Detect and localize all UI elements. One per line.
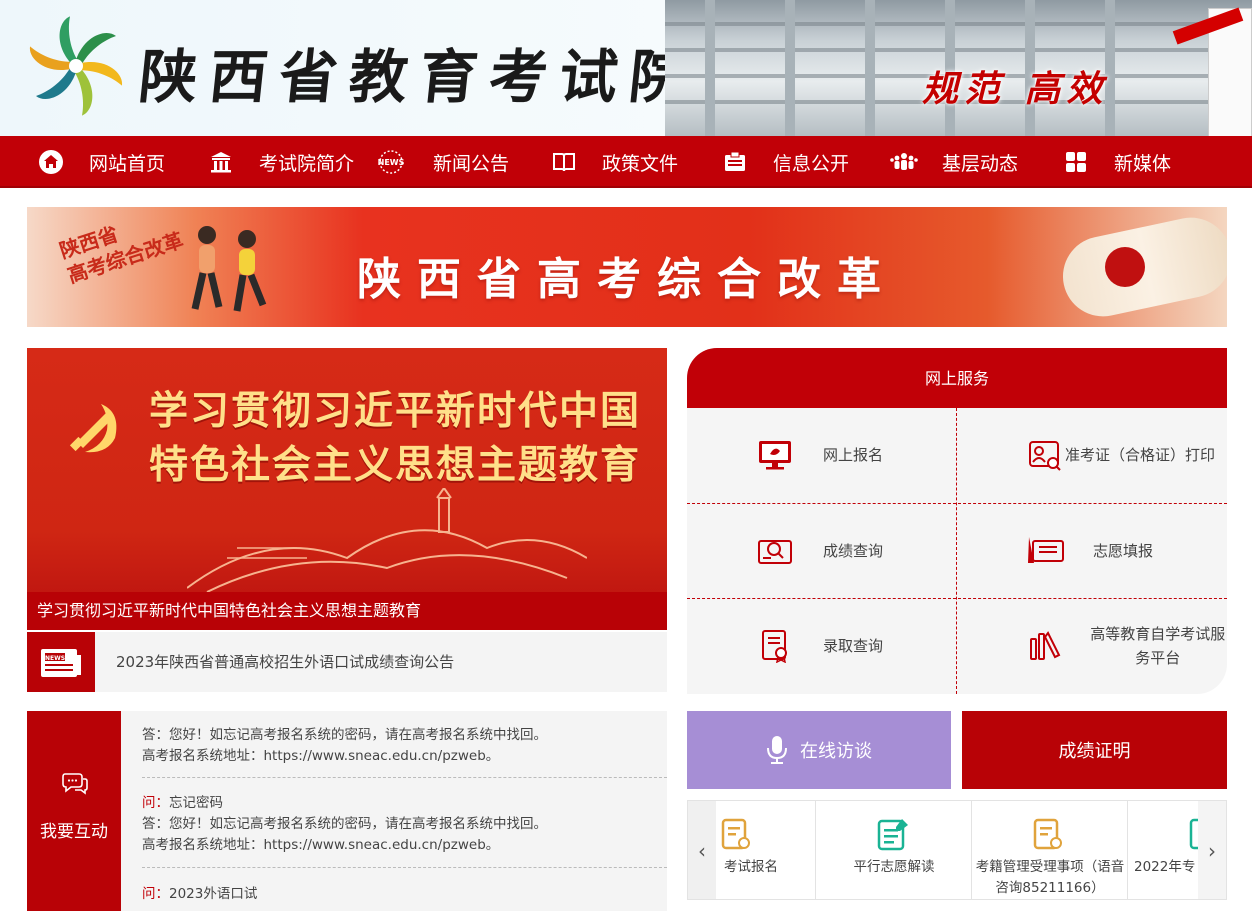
featured-slide[interactable]: 学习贯彻习近平新时代中国 特色社会主义思想主题教育 学习贯彻习近平新时代中国特色… [27,348,667,630]
quick-links-carousel: ‹ 考试报名 平行志愿解读 考籍管理受理事项（语音 咨询85211166） 20… [687,800,1227,900]
interaction-panel: 我要互动 答：您好！如忘记高考报名系统的密码，请在高考报名系统中找回。 高考报名… [27,711,667,911]
service-label: 网上报名 [823,446,884,464]
qa-item[interactable]: 问：2023外语口试 [142,884,667,905]
home-icon [37,148,65,176]
site-logo-icon[interactable] [26,16,126,116]
service-admission-query[interactable]: 录取查询 [687,599,957,693]
nav-label: 新闻公告 [433,152,510,175]
carousel-item[interactable]: 考籍管理受理事项（语音 咨询85211166） [972,801,1128,899]
news-icon: NEWS [375,148,407,176]
seal-icon [1105,247,1145,287]
nav-item-info[interactable]: 信息公开 [721,136,849,188]
score-certificate-button[interactable]: 成绩证明 [962,711,1227,789]
qa-address: 高考报名系统地址：https://www.sneac.edu.cn/pzweb。 [142,748,500,764]
qa-item[interactable]: 答：您好！如忘记高考报名系统的密码，请在高考报名系统中找回。 高考报名系统地址：… [142,725,667,767]
online-services-heading: 网上服务 [687,348,1227,408]
nav-item-about[interactable]: 考试院简介 [207,136,354,188]
news-ticker[interactable]: NEWS 2023年陕西省普通高校招生外语口试成绩查询公告 [27,632,667,692]
carousel-label: 考籍管理受理事项（语音 [975,859,1125,875]
nav-item-newmedia[interactable]: 新媒体 [1062,136,1171,188]
nav-item-home[interactable]: 网站首页 [37,136,165,188]
service-label: 志愿填报 [1093,542,1154,560]
qa-question-prefix: 问： [142,795,169,811]
service-score-query[interactable]: 成绩查询 [687,504,957,598]
service-label: 成绩查询 [823,542,884,560]
nav-label: 信息公开 [773,152,850,175]
microphone-icon [767,736,787,764]
carousel-item[interactable]: 平行志愿解读 [816,801,972,899]
reform-banner[interactable]: 陕西省 高考综合改革 陕西省高考综合改革 [27,207,1227,327]
qa-question-prefix: 问： [142,886,169,902]
pen-form-icon [1025,531,1065,571]
book-icon [550,148,578,176]
newspaper-icon: NEWS [27,632,95,692]
carousel-label-line2: 咨询85211166） [995,880,1105,896]
site-header: 陕西省教育考试院 规范 高效 [0,0,1252,136]
qa-answer: 答：您好！如忘记高考报名系统的密码，请在高考报名系统中找回。 [142,727,547,743]
nav-label: 考试院简介 [259,152,355,175]
institution-icon [207,148,235,176]
interaction-title: 我要互动 [40,822,108,842]
service-volunteer-fill[interactable]: 志愿填报 [957,504,1227,598]
form-icon [721,818,750,850]
service-label: 录取查询 [823,637,884,655]
score-search-icon [755,531,795,571]
nav-label: 基层动态 [942,152,1019,175]
admission-doc-icon [755,626,795,666]
nav-label: 网站首页 [89,152,166,175]
form-user-icon [1033,818,1062,850]
featured-caption[interactable]: 学习贯彻习近平新时代中国特色社会主义思想主题教育 [27,592,667,630]
featured-title-line2: 特色社会主义思想主题教育 [149,443,642,488]
chat-bubble-icon [62,773,88,795]
featured-title-line1: 学习贯彻习近平新时代中国 [149,389,642,434]
nav-label: 新媒体 [1114,152,1172,175]
qa-item[interactable]: 问：忘记密码 答：您好！如忘记高考报名系统的密码，请在高考报名系统中找回。 高考… [142,793,667,856]
qa-divider [142,777,667,778]
monitor-icon [755,435,795,475]
admission-ticket-icon [1025,435,1065,475]
qa-question: 2023外语口试 [169,886,258,902]
self-study-icon [1025,626,1065,666]
carousel-label: 平行志愿解读 [853,859,935,875]
chevron-left-icon: ‹ [698,839,706,863]
carousel-prev-button[interactable]: ‹ [688,801,716,899]
mountain-pagoda-illustration [187,488,587,592]
news-icon-text: NEWS [378,158,405,167]
online-services-panel: 网上服务 网上报名 准考证（合格证）打印 成绩查询 志愿填报 录取查询 高等教育… [687,348,1227,694]
qa-answer-prefix: 答： [142,816,169,832]
header-slogan: 规范 高效 [922,68,1109,110]
score-certificate-label: 成绩证明 [1058,741,1131,762]
header-plaque [1172,7,1252,136]
grid-icon [1062,148,1090,176]
site-title: 陕西省教育考试院 [135,43,704,111]
id-card-icon [721,148,749,176]
online-interview-button[interactable]: 在线访谈 [687,711,951,789]
service-admission-ticket[interactable]: 准考证（合格证）打印 [957,408,1227,502]
nav-item-grassroots[interactable]: 基层动态 [890,136,1018,188]
service-label: 准考证（合格证）打印 [1065,446,1216,464]
nav-item-news[interactable]: NEWS 新闻公告 [375,136,509,188]
people-icon [890,148,918,176]
nav-label: 政策文件 [602,152,679,175]
main-nav: 网站首页 考试院简介 NEWS 新闻公告 政策文件 信息公开 基层动态 新媒体 [0,136,1252,188]
qa-divider [142,867,667,868]
chevron-right-icon: › [1208,839,1216,863]
service-online-registration[interactable]: 网上报名 [687,408,957,502]
online-interview-label: 在线访谈 [800,741,872,762]
news-headline[interactable]: 2023年陕西省普通高校招生外语口试成绩查询公告 [116,632,454,692]
qa-question: 忘记密码 [169,795,223,811]
service-label: 高等教育自学考试服务平台 [1090,625,1226,667]
news-icon-label: NEWS [45,655,65,662]
qa-address: 高考报名系统地址：https://www.sneac.edu.cn/pzweb。 [142,837,500,853]
party-emblem-icon [69,404,117,453]
interaction-sidebar[interactable]: 我要互动 [27,711,121,911]
carousel-next-button[interactable]: › [1198,801,1226,899]
banner-title: 陕西省高考综合改革 [357,254,897,305]
edit-doc-icon [877,819,908,851]
service-self-study-platform[interactable]: 高等教育自学考试服务平台 [957,599,1227,693]
qa-answer: 您好！如忘记高考报名系统的密码，请在高考报名系统中找回。 [169,816,547,832]
nav-item-policy[interactable]: 政策文件 [550,136,678,188]
